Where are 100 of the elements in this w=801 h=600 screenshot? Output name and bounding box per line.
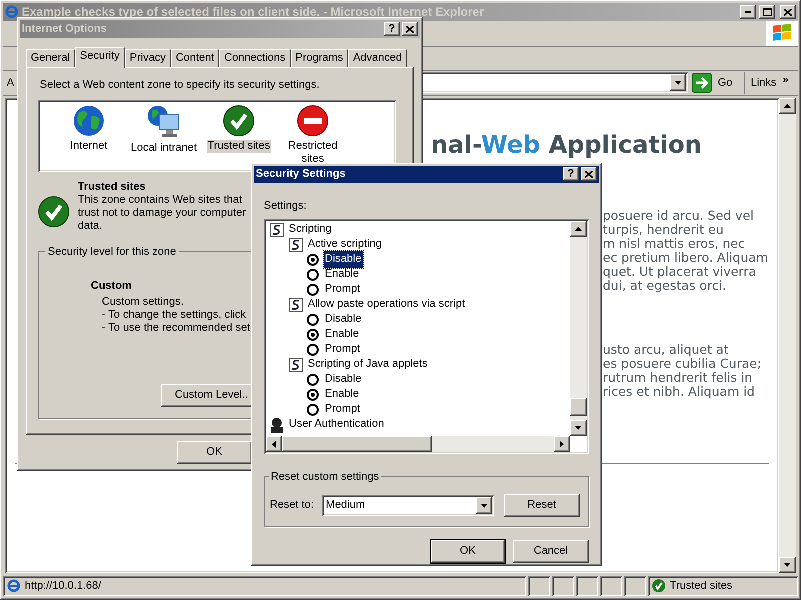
zone-item[interactable]: Restricted sites: [280, 140, 346, 166]
radio-button[interactable]: [307, 284, 319, 296]
tab[interactable]: Programs: [290, 49, 348, 67]
radio-button[interactable]: [307, 328, 319, 340]
zone-item[interactable]: Local intranet: [130, 142, 198, 154]
check-icon: [38, 196, 70, 228]
paragraph-line: dui, at egestas orci.: [603, 279, 728, 294]
reset-button[interactable]: Reset: [504, 494, 580, 517]
option-label[interactable]: Prompt: [324, 281, 362, 298]
close-icon: [585, 170, 593, 178]
script-icon: [288, 296, 304, 312]
option-label[interactable]: Disable: [324, 251, 363, 268]
zone-item[interactable]: Internet: [69, 140, 109, 152]
paragraph-line: posuere id arcu. Sed vel: [603, 209, 755, 224]
status-panel: [528, 576, 550, 596]
close-button[interactable]: [581, 167, 597, 182]
window-title: Internet Options: [22, 22, 108, 37]
horizontal-scrollbar[interactable]: [266, 436, 570, 452]
option-label[interactable]: Disable: [324, 311, 363, 328]
no-entry-icon: [297, 104, 330, 136]
check-icon: [223, 104, 256, 136]
dropdown-button[interactable]: [670, 74, 686, 92]
option-label[interactable]: Enable: [324, 386, 360, 403]
ok-button[interactable]: OK: [177, 441, 252, 464]
help-button[interactable]: ?: [384, 22, 400, 36]
radio-button[interactable]: [307, 344, 319, 356]
help-button[interactable]: ?: [563, 167, 579, 182]
chevron[interactable]: »: [782, 74, 789, 86]
zone-item[interactable]: Trusted sites: [206, 140, 272, 152]
left-arrow-icon: [272, 440, 276, 448]
paragraph-line: ec pretium libero. Aliquam: [603, 251, 770, 266]
level-description-line: - To use the recommended set: [102, 322, 250, 335]
close-icon: [406, 26, 414, 32]
page-icon: [7, 579, 21, 594]
option-label[interactable]: Enable: [324, 326, 360, 343]
links-button[interactable]: Links »: [744, 72, 794, 94]
tab[interactable]: Security: [75, 47, 125, 68]
radio-button[interactable]: [307, 314, 319, 326]
script-icon: [288, 236, 304, 252]
maximize-button[interactable]: [759, 5, 775, 19]
settings-label: Settings:: [264, 198, 308, 214]
tab[interactable]: Advanced: [348, 49, 408, 67]
tab[interactable]: Connections: [219, 49, 291, 67]
zone-description-line: This zone contains Web sites that: [78, 194, 244, 206]
zone-title: Trusted sites: [78, 180, 147, 194]
close-button[interactable]: [780, 5, 796, 19]
option-label[interactable]: Disable: [324, 371, 363, 388]
script-icon: [288, 356, 304, 372]
right-arrow-icon: [560, 440, 564, 448]
settings-list[interactable]: Scripting Active scripting Disable Enable Prompt Allow paste operations via script Disable Enable Prompt Scripting of Java applets Disable Enable Prompt User Authentication: [264, 219, 589, 454]
status-zone: Trusted sites: [670, 578, 733, 594]
scroll-thumb[interactable]: [282, 436, 432, 452]
level-description-line: Custom settings.: [102, 296, 184, 309]
radio-button[interactable]: [307, 404, 319, 416]
down-arrow-icon: [784, 563, 791, 568]
links-label[interactable]: Links: [751, 74, 777, 92]
caret-icon: [480, 504, 488, 508]
window-title: Security Settings: [256, 167, 347, 182]
option-label[interactable]: Prompt: [324, 401, 362, 418]
globe-icon: [73, 104, 105, 136]
check-icon: [652, 579, 666, 594]
tab[interactable]: General: [26, 49, 76, 67]
cancel-button[interactable]: Cancel: [513, 540, 589, 563]
close-button[interactable]: [402, 22, 418, 36]
tree-item[interactable]: User Authentication: [289, 416, 384, 433]
zone-prompt: Select a Web content zone to specify its security settings.: [40, 78, 321, 93]
scroll-thumb[interactable]: [570, 398, 587, 416]
level-name: Custom: [91, 278, 132, 294]
tree-item[interactable]: Allow paste operations via script: [308, 296, 466, 313]
flag-icon: [772, 24, 792, 42]
option-label[interactable]: Prompt: [324, 341, 362, 358]
tab[interactable]: Content: [170, 49, 220, 67]
tab[interactable]: Privacy: [124, 49, 171, 67]
reset-select[interactable]: Medium: [322, 495, 494, 516]
radio-button[interactable]: [307, 268, 319, 280]
tree-item[interactable]: Active scripting: [308, 236, 382, 253]
vertical-scrollbar[interactable]: [570, 221, 587, 436]
person-icon: [269, 416, 285, 432]
paragraph-line: rices et nibh. Aliquam id: [603, 385, 756, 400]
status-panel: [576, 576, 598, 596]
status-url: http://10.0.1.68/: [25, 578, 102, 594]
radio-button[interactable]: [307, 388, 319, 400]
minimize-button[interactable]: [740, 5, 756, 19]
paragraph-line: quet. Ut placerat viverra: [603, 265, 756, 280]
tree-item[interactable]: Scripting of Java applets: [308, 356, 428, 373]
ok-button[interactable]: OK: [431, 540, 505, 563]
group-legend: Reset custom settings: [269, 469, 382, 486]
radio-button[interactable]: [307, 254, 319, 266]
go-button[interactable]: Go: [692, 72, 740, 94]
maximize-icon: [762, 8, 772, 16]
paragraph-line: m nisl mattis eros, nec: [603, 237, 746, 252]
option-label[interactable]: Enable: [324, 266, 360, 283]
status-panel: [600, 576, 622, 596]
radio-button[interactable]: [307, 374, 319, 386]
paragraph-line: rutrum hendrerit felis in: [603, 371, 754, 386]
address-label: A: [7, 76, 14, 91]
tree-item[interactable]: Scripting: [289, 221, 332, 238]
networked-computer-icon: [147, 104, 182, 138]
vertical-scrollbar[interactable]: [779, 98, 796, 574]
close-icon: [784, 8, 792, 16]
